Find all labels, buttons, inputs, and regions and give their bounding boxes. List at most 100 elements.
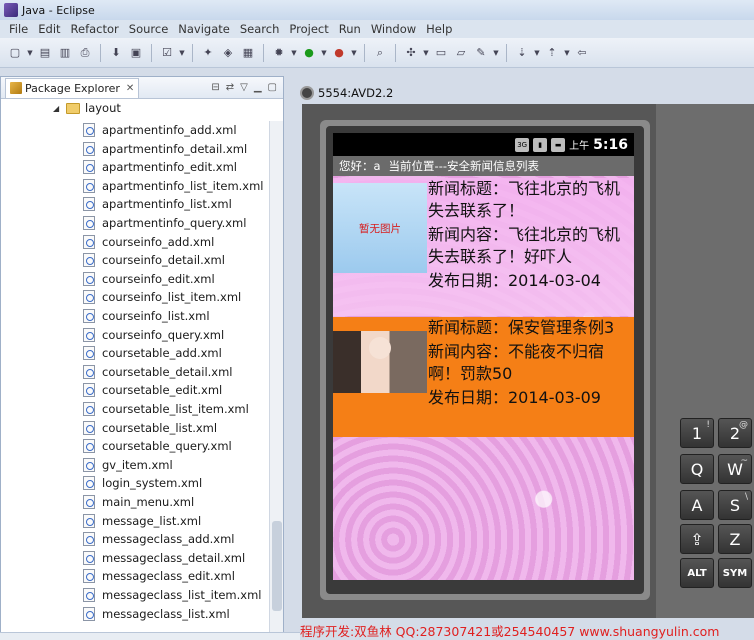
new-project-icon[interactable]: ✦ <box>199 44 217 62</box>
pen-dropdown-icon[interactable]: ▼ <box>492 44 500 62</box>
menu-search[interactable]: Search <box>235 22 285 36</box>
tree-file-item[interactable]: main_menu.xml <box>83 493 194 511</box>
link-editor-icon[interactable]: ⇄ <box>226 82 234 93</box>
tree-file-item[interactable]: courseinfo_detail.xml <box>83 251 225 269</box>
file-label: apartmentinfo_edit.xml <box>102 160 237 175</box>
news-list-item[interactable]: 新闻标题：保安管理条例3 新闻内容：不能夜不归宿啊！罚款50 发布日期：2014… <box>333 317 634 437</box>
tree-file-item[interactable]: coursetable_list_item.xml <box>83 400 249 418</box>
tree-file-item[interactable]: messageclass_list_item.xml <box>83 586 261 604</box>
previous-annotation-icon[interactable]: ⇡ <box>543 44 561 62</box>
explorer-view-actions: ⊟ ⇄ ▽ ▁ ▢ <box>211 82 283 93</box>
debug-icon[interactable]: ✹ <box>270 44 288 62</box>
search-icon[interactable]: ⌕ <box>371 44 389 62</box>
android-sdk-icon[interactable]: ⬇ <box>107 44 125 62</box>
debug-dropdown-icon[interactable]: ▼ <box>290 44 298 62</box>
file-label: messageclass_detail.xml <box>102 550 246 565</box>
menu-help[interactable]: Help <box>421 22 457 36</box>
menu-run[interactable]: Run <box>334 22 366 36</box>
tree-file-item[interactable]: coursetable_detail.xml <box>83 363 233 381</box>
tree-file-item[interactable]: coursetable_list.xml <box>83 419 217 437</box>
open-type-icon[interactable]: ✣ <box>402 44 420 62</box>
open-type-dropdown-icon[interactable]: ▼ <box>422 44 430 62</box>
emulator-tab[interactable]: 5554:AVD2.2 <box>300 82 393 104</box>
explorer-scrollbar[interactable] <box>269 121 283 639</box>
run-dropdown-icon[interactable]: ▼ <box>320 44 328 62</box>
android-status-bar: 3G ▮ ▬ 上午 5:16 <box>333 133 634 156</box>
key-q[interactable]: Q <box>680 454 714 484</box>
minimize-icon[interactable]: ▁ <box>254 82 262 93</box>
menu-source[interactable]: Source <box>124 22 174 36</box>
new-package-icon[interactable]: ▦ <box>239 44 257 62</box>
back-icon[interactable]: ⇦ <box>573 44 591 62</box>
save-all-icon[interactable]: ▥ <box>56 44 74 62</box>
file-label: courseinfo_edit.xml <box>102 271 215 286</box>
view-menu-icon[interactable]: ▽ <box>240 82 248 93</box>
external-tools-dropdown-icon[interactable]: ▼ <box>350 44 358 62</box>
news-list-item[interactable]: 暂无图片 新闻标题：飞往北京的飞机失去联系了！ 新闻内容：飞往北京的飞机失去联系… <box>333 178 634 316</box>
tree-file-item[interactable]: coursetable_query.xml <box>83 437 232 455</box>
task-icon[interactable]: ☑ <box>158 44 176 62</box>
tree-file-item[interactable]: message_list.xml <box>83 512 201 530</box>
new-icon[interactable]: ▢ <box>6 44 24 62</box>
key-sym[interactable]: SYM <box>718 558 752 588</box>
tree-file-item[interactable]: apartmentinfo_list.xml <box>83 195 232 213</box>
key-2[interactable]: 2 @ <box>718 418 752 448</box>
package-explorer-tab[interactable]: Package Explorer ✕ <box>5 77 140 98</box>
close-icon[interactable]: ✕ <box>126 83 134 94</box>
tree-file-item[interactable]: coursetable_edit.xml <box>83 381 222 399</box>
tree-file-item[interactable]: messageclass_list.xml <box>83 605 230 623</box>
phone-screen[interactable]: 3G ▮ ▬ 上午 5:16 您好：a 当前位置---安全新闻信息列表 暂无图片… <box>333 133 634 580</box>
new-class-icon[interactable]: ◈ <box>219 44 237 62</box>
task-dropdown-icon[interactable]: ▼ <box>178 44 186 62</box>
scroll-thumb[interactable] <box>272 521 282 611</box>
collapse-all-icon[interactable]: ⊟ <box>211 82 219 93</box>
tree-file-item[interactable]: coursetable_add.xml <box>83 344 222 362</box>
tree-file-item[interactable]: courseinfo_list.xml <box>83 307 210 325</box>
key-1[interactable]: 1! <box>680 418 714 448</box>
tree-file-item[interactable]: login_system.xml <box>83 474 202 492</box>
tree-file-item[interactable]: courseinfo_edit.xml <box>83 270 215 288</box>
tree-file-item[interactable]: messageclass_detail.xml <box>83 549 245 567</box>
menu-window[interactable]: Window <box>366 22 421 36</box>
tree-file-item[interactable]: apartmentinfo_query.xml <box>83 214 246 232</box>
key-shift[interactable]: ⇪ <box>680 524 714 554</box>
menu-file[interactable]: File <box>4 22 33 36</box>
tree-file-item[interactable]: courseinfo_add.xml <box>83 233 214 251</box>
next-annotation-icon[interactable]: ⇣ <box>513 44 531 62</box>
menu-navigate[interactable]: Navigate <box>173 22 235 36</box>
tree-file-item[interactable]: gv_item.xml <box>83 456 173 474</box>
key-z[interactable]: Z <box>718 524 752 554</box>
tree-file-item[interactable]: apartmentinfo_edit.xml <box>83 158 237 176</box>
menu-project[interactable]: Project <box>284 22 333 36</box>
key-a[interactable]: A <box>680 490 714 520</box>
save-icon[interactable]: ▤ <box>36 44 54 62</box>
pen-icon[interactable]: ✎ <box>472 44 490 62</box>
news-text: 新闻标题：飞往北京的飞机失去联系了！ 新闻内容：飞往北京的飞机失去联系了！好吓人… <box>427 178 634 316</box>
xml-file-icon <box>83 216 95 230</box>
key-w[interactable]: W ~ <box>718 454 752 484</box>
avd-manager-icon[interactable]: ▣ <box>127 44 145 62</box>
tree-file-item[interactable]: apartmentinfo_add.xml <box>83 121 237 139</box>
new-dropdown-icon[interactable]: ▼ <box>26 44 34 62</box>
menu-refactor[interactable]: Refactor <box>66 22 124 36</box>
key-s[interactable]: S \ <box>718 490 752 520</box>
tree-folder-layout[interactable]: ◢ layout <box>53 99 121 117</box>
news-content: 新闻内容：飞往北京的飞机失去联系了！好吓人 <box>428 225 621 266</box>
previous-annotation-dropdown-icon[interactable]: ▼ <box>563 44 571 62</box>
expand-toggle-icon[interactable]: ◢ <box>53 104 63 113</box>
tree-file-item[interactable]: messageclass_edit.xml <box>83 567 235 585</box>
menu-edit[interactable]: Edit <box>33 22 65 36</box>
tree-file-item[interactable]: courseinfo_query.xml <box>83 326 224 344</box>
tree-file-item[interactable]: apartmentinfo_detail.xml <box>83 140 247 158</box>
tree-file-item[interactable]: apartmentinfo_list_item.xml <box>83 177 264 195</box>
open-folder-icon[interactable]: ▭ <box>432 44 450 62</box>
key-alt[interactable]: ALT <box>680 558 714 588</box>
open-resource-icon[interactable]: ▱ <box>452 44 470 62</box>
print-icon[interactable]: ⎙ <box>76 44 94 62</box>
external-tools-icon[interactable]: ● <box>330 44 348 62</box>
tree-file-item[interactable]: courseinfo_list_item.xml <box>83 288 241 306</box>
tree-file-item[interactable]: messageclass_add.xml <box>83 530 235 548</box>
maximize-icon[interactable]: ▢ <box>268 82 277 93</box>
next-annotation-dropdown-icon[interactable]: ▼ <box>533 44 541 62</box>
run-icon[interactable]: ● <box>300 44 318 62</box>
